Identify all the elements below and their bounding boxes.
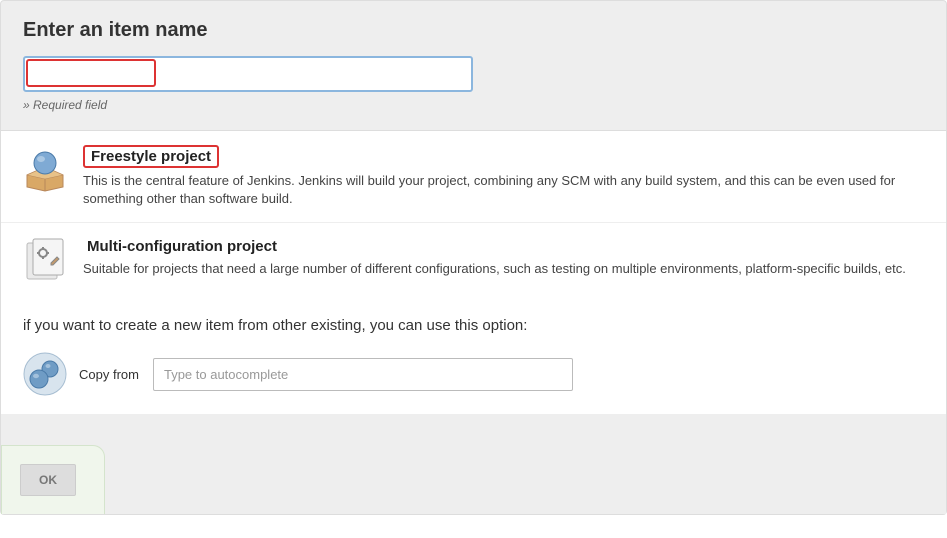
item-type-list: Freestyle project This is the central fe… [1, 131, 946, 299]
item-type-freestyle[interactable]: Freestyle project This is the central fe… [1, 131, 946, 222]
item-content: Freestyle project This is the central fe… [83, 145, 926, 208]
copy-from-input[interactable] [153, 358, 573, 391]
item-title: Freestyle project [83, 145, 219, 168]
footer: OK [1, 414, 946, 514]
item-name-input[interactable] [23, 56, 473, 92]
name-section: Enter an item name » Required field [1, 1, 946, 131]
item-content: Multi-configuration project Suitable for… [83, 237, 926, 278]
item-description: This is the central feature of Jenkins. … [83, 172, 926, 208]
name-input-wrap [23, 56, 473, 92]
required-field-note: » Required field [23, 98, 924, 112]
item-description: Suitable for projects that need a large … [83, 260, 926, 278]
new-item-panel: Enter an item name » Required field Free… [0, 0, 947, 515]
ok-tab: OK [1, 445, 105, 514]
copy-from-label: Copy from [79, 367, 139, 382]
copy-from-icon [23, 352, 67, 396]
copy-prompt-text: if you want to create a new item from ot… [23, 317, 924, 334]
item-title: Multi-configuration project [83, 237, 281, 256]
copy-from-section: if you want to create a new item from ot… [1, 299, 946, 414]
ok-button[interactable]: OK [20, 464, 76, 496]
multiconfig-project-icon [21, 237, 69, 285]
page-title: Enter an item name [23, 19, 924, 42]
freestyle-project-icon [21, 145, 69, 193]
copy-row: Copy from [23, 352, 924, 396]
item-type-multiconfig[interactable]: Multi-configuration project Suitable for… [1, 222, 946, 299]
